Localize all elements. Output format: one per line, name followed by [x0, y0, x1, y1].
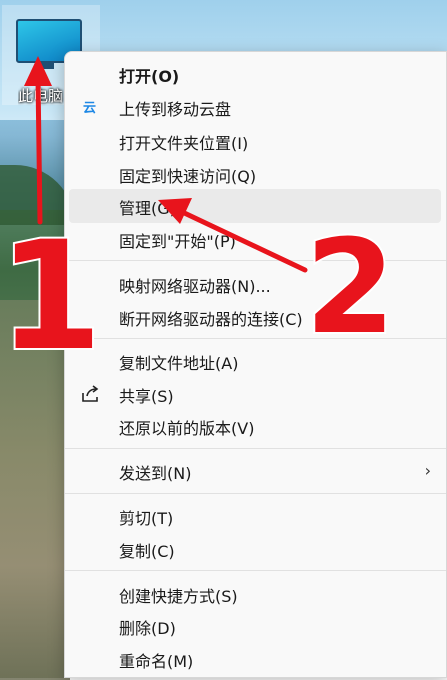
context-menu: 打开(O) 云 上传到移动云盘 打开文件夹位置(I) 固定到快速访问(Q) 管理…: [64, 51, 447, 678]
menu-item-label: 复制(C): [119, 542, 175, 561]
menu-item-create-shortcut[interactable]: 创建快捷方式(S): [69, 577, 441, 611]
desktop-icon-label: 此电脑: [18, 87, 64, 105]
menu-separator: [65, 338, 446, 339]
rock-area: [0, 300, 70, 680]
chevron-right-icon: ›: [424, 461, 431, 480]
menu-item-label: 复制文件地址(A): [119, 354, 239, 373]
share-icon: [79, 382, 103, 406]
menu-item-label: 重命名(M): [119, 652, 194, 671]
menu-item-label: 固定到"开始"(P): [119, 232, 236, 251]
menu-item-restore-versions[interactable]: 还原以前的版本(V): [69, 409, 441, 443]
menu-item-open-folder-location[interactable]: 打开文件夹位置(I): [69, 124, 441, 158]
menu-separator: [65, 493, 446, 494]
menu-item-label: 打开(O): [119, 67, 180, 86]
menu-item-rename[interactable]: 重命名(M): [69, 642, 441, 676]
menu-item-label: 删除(D): [119, 619, 176, 638]
menu-item-label: 管理(G): [119, 199, 176, 218]
menu-item-label: 剪切(T): [119, 509, 174, 528]
menu-separator: [65, 448, 446, 449]
cloud-upload-icon: 云: [79, 95, 103, 119]
menu-item-upload-cloud[interactable]: 云 上传到移动云盘: [69, 90, 441, 124]
menu-separator: [65, 260, 446, 261]
menu-item-label: 还原以前的版本(V): [119, 419, 255, 438]
menu-item-label: 共享(S): [119, 387, 174, 406]
menu-item-copy[interactable]: 复制(C): [69, 532, 441, 566]
menu-item-label: 打开文件夹位置(I): [119, 134, 249, 153]
menu-item-label: 映射网络驱动器(N)...: [119, 277, 271, 296]
menu-item-manage[interactable]: 管理(G): [69, 189, 441, 223]
menu-separator: [65, 570, 446, 571]
svg-text:云: 云: [83, 101, 96, 114]
menu-item-label: 断开网络驱动器的连接(C): [119, 310, 303, 329]
menu-item-copy-address[interactable]: 复制文件地址(A): [69, 344, 441, 378]
menu-item-label: 创建快捷方式(S): [119, 587, 238, 606]
menu-item-pin-start[interactable]: 固定到"开始"(P): [69, 222, 441, 256]
menu-item-pin-quick-access[interactable]: 固定到快速访问(Q): [69, 157, 441, 191]
menu-item-map-network-drive[interactable]: 映射网络驱动器(N)...: [69, 267, 441, 301]
menu-item-disconnect-network-drive[interactable]: 断开网络驱动器的连接(C): [69, 300, 441, 334]
menu-item-label: 固定到快速访问(Q): [119, 167, 257, 186]
menu-item-label: 发送到(N): [119, 464, 192, 483]
monitor-stand: [40, 63, 54, 69]
menu-item-send-to[interactable]: 发送到(N) ›: [69, 454, 441, 488]
menu-item-open[interactable]: 打开(O): [69, 57, 441, 91]
menu-item-share[interactable]: 共享(S): [69, 377, 441, 411]
menu-item-label: 上传到移动云盘: [119, 100, 232, 119]
menu-item-cut[interactable]: 剪切(T): [69, 499, 441, 533]
menu-item-delete[interactable]: 删除(D): [69, 609, 441, 643]
